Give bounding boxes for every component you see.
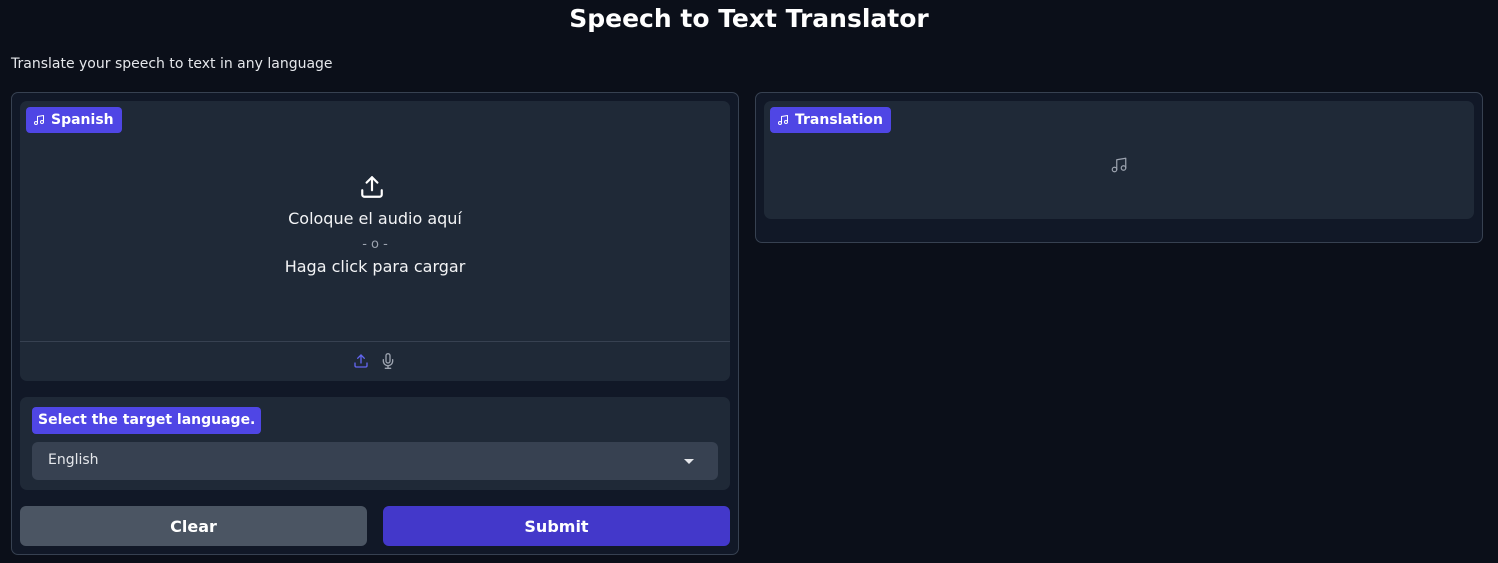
- upload-source-icon[interactable]: [353, 353, 369, 369]
- translation-label-text: Translation: [795, 112, 883, 128]
- input-audio-label-text: Spanish: [51, 112, 114, 128]
- music-note-icon: [778, 115, 788, 125]
- upload-icon: [361, 176, 383, 198]
- click-to-upload-text: Haga click para cargar: [284, 257, 466, 276]
- or-separator: - o -: [362, 237, 388, 252]
- audio-source-selector: [20, 341, 730, 381]
- drop-audio-text: Coloque el audio aquí: [288, 209, 462, 228]
- page-description: Translate your speech to text in any lan…: [11, 56, 333, 72]
- microphone-icon[interactable]: [380, 352, 396, 370]
- audio-upload-dropzone[interactable]: Coloque el audio aquí - o - Haga click p…: [20, 101, 730, 341]
- dropdown-selected-value: English: [48, 452, 99, 468]
- target-language-label: Select the target language.: [32, 407, 262, 434]
- target-language-dropdown[interactable]: English: [32, 442, 718, 480]
- input-audio-label: Spanish: [26, 107, 122, 133]
- input-audio-block: Coloque el audio aquí - o - Haga click p…: [20, 101, 730, 381]
- output-panel: Translation: [755, 92, 1483, 243]
- input-panel: Coloque el audio aquí - o - Haga click p…: [11, 92, 739, 555]
- translation-label: Translation: [770, 107, 891, 133]
- translation-audio-block: Translation: [764, 101, 1474, 219]
- clear-button[interactable]: Clear: [20, 506, 367, 546]
- page-title: Speech to Text Translator: [569, 4, 929, 33]
- target-language-block: Select the target language. English: [20, 397, 730, 490]
- music-note-icon: [34, 115, 44, 125]
- music-placeholder-icon: [1111, 157, 1127, 173]
- submit-button[interactable]: Submit: [383, 506, 730, 546]
- caret-down-icon: [684, 459, 694, 464]
